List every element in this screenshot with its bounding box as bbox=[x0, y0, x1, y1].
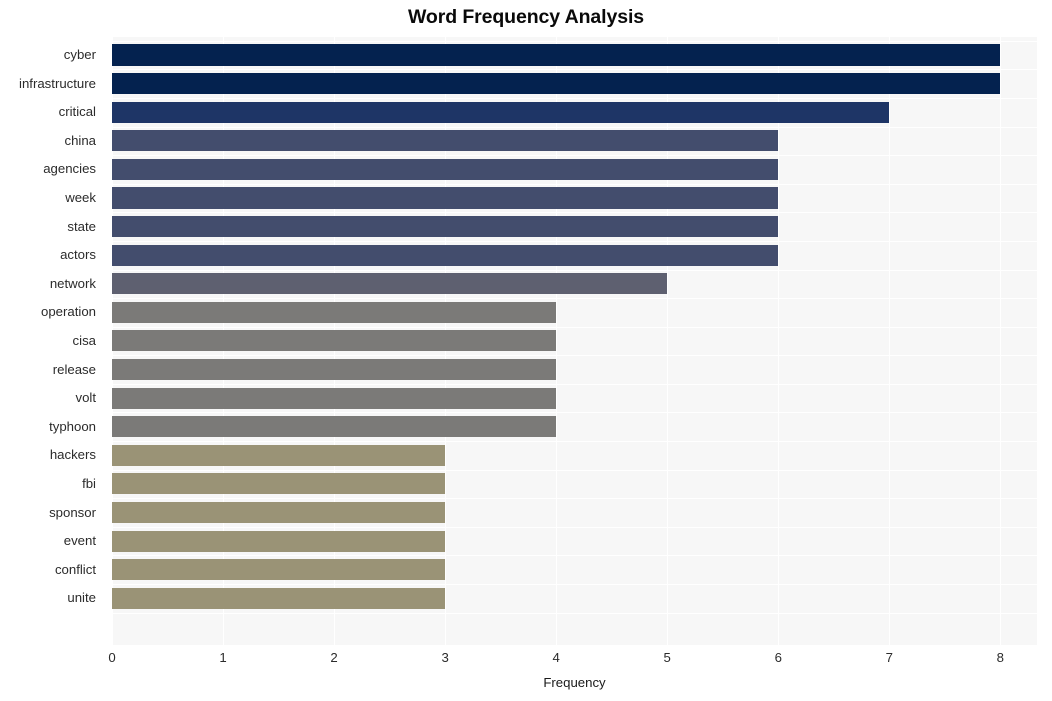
x-tick-label-4: 4 bbox=[552, 650, 560, 665]
bar-row[interactable] bbox=[112, 470, 1037, 499]
x-tick-label-3: 3 bbox=[441, 650, 449, 665]
bar-row[interactable] bbox=[112, 355, 1037, 384]
y-tick-label-agencies: agencies bbox=[43, 161, 96, 177]
bar-row[interactable] bbox=[112, 127, 1037, 156]
y-tick-label-fbi: fbi bbox=[82, 475, 96, 491]
bar-row[interactable] bbox=[112, 41, 1037, 70]
word-frequency-chart-figure: Word Frequency Analysis cyber infrastruct… bbox=[0, 0, 1052, 701]
bar-row[interactable] bbox=[112, 384, 1037, 413]
x-tick-label-0: 0 bbox=[108, 650, 116, 665]
bar-typhoon[interactable] bbox=[112, 416, 557, 438]
bar-row[interactable] bbox=[112, 527, 1037, 556]
y-tick-label-china: china bbox=[64, 132, 96, 148]
y-tick-label-unite: unite bbox=[67, 590, 96, 606]
x-tick-label-1: 1 bbox=[219, 650, 227, 665]
bar-row[interactable] bbox=[112, 184, 1037, 213]
bar-row[interactable] bbox=[112, 212, 1037, 241]
y-tick-label-cyber: cyber bbox=[63, 47, 96, 63]
y-tick-label-release: release bbox=[52, 361, 96, 377]
bar-row[interactable] bbox=[112, 298, 1037, 327]
y-tick-label-volt: volt bbox=[75, 390, 96, 406]
bar-row[interactable] bbox=[112, 584, 1037, 613]
x-tick-label-7: 7 bbox=[885, 650, 893, 665]
bar-hackers[interactable] bbox=[112, 444, 446, 466]
y-tick-label-operation: operation bbox=[41, 304, 96, 320]
y-tick-label-week: week bbox=[65, 190, 96, 205]
y-tick-label-typhoon: typhoon bbox=[49, 418, 96, 434]
bar-row[interactable] bbox=[112, 98, 1037, 127]
bar-infrastructure[interactable] bbox=[112, 73, 1001, 95]
bar-row[interactable] bbox=[112, 412, 1037, 441]
bar-row[interactable] bbox=[112, 441, 1037, 470]
bar-china[interactable] bbox=[112, 130, 779, 152]
chart-title: Word Frequency Analysis bbox=[407, 6, 645, 28]
bar-row[interactable] bbox=[112, 327, 1037, 356]
y-tick-label-infrastructure: infrastructure bbox=[19, 75, 96, 91]
y-tick-label-actors: actors bbox=[60, 247, 96, 263]
y-tick-label-network: network bbox=[49, 275, 96, 291]
y-tick-label-state: state bbox=[67, 218, 96, 234]
bar-row[interactable] bbox=[112, 69, 1037, 98]
y-tick-label-event: event bbox=[63, 533, 96, 549]
y-tick-label-sponsor: sponsor bbox=[49, 504, 96, 520]
x-axis-title: Frequency bbox=[543, 675, 606, 690]
bar-state[interactable] bbox=[112, 216, 779, 238]
bar-cyber[interactable] bbox=[112, 44, 1001, 66]
bar-row[interactable] bbox=[112, 270, 1037, 299]
bar-row[interactable] bbox=[112, 241, 1037, 270]
y-tick-label-cisa: cisa bbox=[72, 333, 96, 348]
x-tick-label-6: 6 bbox=[774, 650, 782, 665]
x-axis-tick-labels: 0 1 2 3 4 5 6 7 8 bbox=[108, 650, 1037, 670]
bar-row[interactable] bbox=[112, 555, 1037, 584]
gridline-horizontal bbox=[112, 612, 1037, 614]
bar-fbi[interactable] bbox=[112, 473, 446, 495]
bar-sponsor[interactable] bbox=[112, 502, 446, 524]
bar-cisa[interactable] bbox=[112, 330, 557, 352]
x-tick-label-8: 8 bbox=[996, 650, 1005, 665]
y-tick-label-critical: critical bbox=[58, 104, 96, 120]
bar-actors[interactable] bbox=[112, 244, 779, 266]
bar-unite[interactable] bbox=[112, 587, 446, 609]
bar-network[interactable] bbox=[112, 273, 668, 295]
bar-release[interactable] bbox=[112, 359, 557, 381]
y-tick-label-hackers: hackers bbox=[49, 447, 96, 463]
bar-volt[interactable] bbox=[112, 387, 557, 409]
bar-event[interactable] bbox=[112, 530, 446, 552]
bar-week[interactable] bbox=[112, 187, 779, 209]
bar-row[interactable] bbox=[112, 155, 1037, 184]
y-axis-tick-labels: cyber infrastructure critical china agencies… bbox=[0, 37, 104, 645]
x-tick-label-5: 5 bbox=[663, 650, 671, 665]
y-tick-label-conflict: conflict bbox=[54, 561, 96, 577]
bar-critical[interactable] bbox=[112, 101, 890, 123]
bar-operation[interactable] bbox=[112, 301, 557, 323]
bar-row[interactable] bbox=[112, 498, 1037, 527]
plot-area bbox=[112, 37, 1037, 645]
x-tick-label-2: 2 bbox=[330, 650, 338, 665]
bar-agencies[interactable] bbox=[112, 158, 779, 180]
bar-conflict[interactable] bbox=[112, 559, 446, 581]
